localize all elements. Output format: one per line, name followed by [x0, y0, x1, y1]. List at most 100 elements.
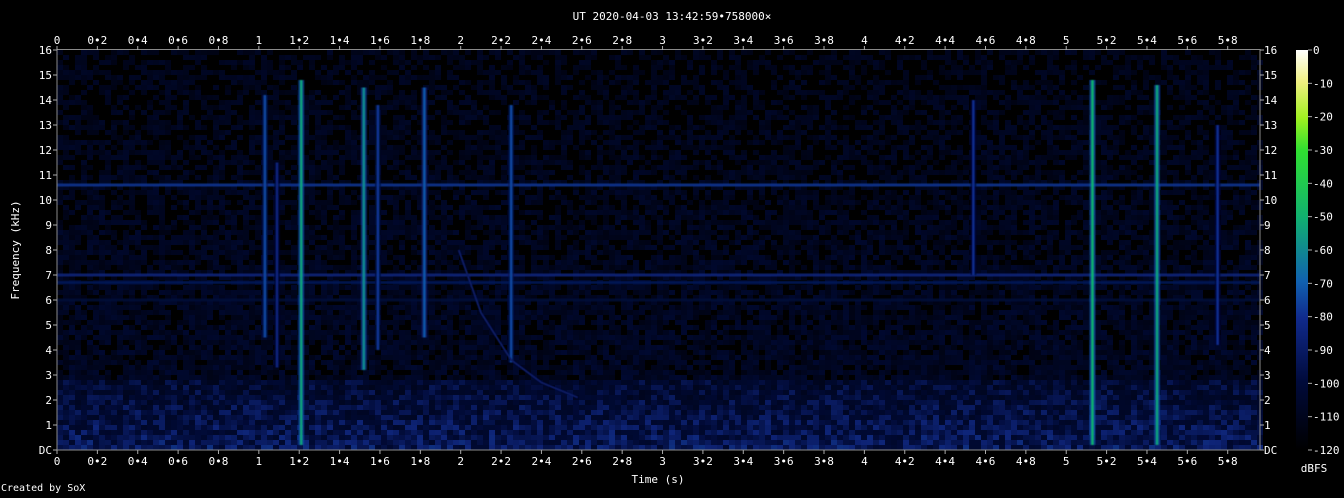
colorbar: [1296, 50, 1308, 450]
x-tick-label: 1•2: [289, 34, 309, 47]
x-tick-label: 5: [1063, 34, 1070, 47]
x-tick-label: 4•6: [976, 34, 996, 47]
y-tick-label: 2: [45, 394, 52, 407]
y-tick-label: DC: [1264, 444, 1277, 457]
x-tick-label: 1: [256, 455, 263, 468]
x-tick-label: 0•4: [128, 34, 148, 47]
y-tick-label: 14: [39, 94, 53, 107]
x-tick-label: 4•4: [935, 34, 955, 47]
x-tick-label: 1•6: [370, 34, 390, 47]
x-tick-label: 3•6: [774, 455, 794, 468]
x-tick-label: 1•8: [410, 34, 430, 47]
hum-line: [57, 183, 1260, 187]
y-tick-label: 6: [45, 294, 52, 307]
y-tick-label: 3: [45, 369, 52, 382]
x-tick-label: 0: [54, 455, 61, 468]
y-tick-label: DC: [39, 444, 52, 457]
x-tick-label: 2•2: [491, 455, 511, 468]
colorbar-tick-label: -50: [1313, 211, 1333, 224]
x-tick-label: 4: [861, 455, 868, 468]
vertical-burst: [972, 100, 975, 275]
x-tick-label: 0: [54, 34, 61, 47]
colorbar-ticks: 0 -10 -20 -30 -40 -50 -60 -70 -80 -90 -100 -110 -120: [1308, 44, 1340, 457]
x-tick-label: 3•4: [733, 34, 753, 47]
x-tick-label: 5•8: [1218, 455, 1238, 468]
colorbar-tick-label: -120: [1313, 444, 1340, 457]
x-tick-label: 5•8: [1218, 34, 1238, 47]
hum-line: [57, 281, 1260, 284]
colorbar-tick-label: -100: [1313, 377, 1340, 390]
chart-title: UT 2020-04-03 13:42:59•758000×: [573, 10, 772, 23]
x-tick-label: 4•6: [976, 455, 996, 468]
y-tick-label: 8: [45, 244, 52, 257]
colorbar-tick-label: -110: [1313, 411, 1340, 424]
y-tick-label: 10: [39, 194, 52, 207]
vertical-burst: [509, 105, 513, 363]
colorbar-tick-label: -40: [1313, 177, 1333, 190]
x-tick-label: 4•4: [935, 455, 955, 468]
x-tick-label: 2•8: [612, 34, 632, 47]
y-tick-label: 6: [1264, 294, 1271, 307]
x-tick-label: 3•2: [693, 455, 713, 468]
x-tick-label: 4: [861, 34, 868, 47]
y-tick-label: 1: [45, 419, 52, 432]
x-tick-label: 5•6: [1177, 34, 1197, 47]
x-tick-label: 0•8: [209, 455, 229, 468]
y-tick-label: 3: [1264, 369, 1271, 382]
y-tick-label: 12: [39, 144, 52, 157]
x-tick-label: 5: [1063, 455, 1070, 468]
colorbar-tick-label: -90: [1313, 344, 1333, 357]
vertical-burst: [300, 80, 303, 445]
y-tick-label: 16: [39, 44, 52, 57]
y-tick-label: 13: [39, 119, 52, 132]
y-tick-label: 4: [1264, 344, 1271, 357]
x-tick-label: 2•8: [612, 455, 632, 468]
y-tick-label: 11: [39, 169, 52, 182]
vertical-burst: [1091, 80, 1094, 445]
x-tick-label: 1•2: [289, 455, 309, 468]
x-tick-label: 5•4: [1137, 455, 1157, 468]
y-tick-label: 9: [1264, 219, 1271, 232]
colorbar-tick-label: -80: [1313, 311, 1333, 324]
x-tick-label: 1: [256, 34, 263, 47]
y-tick-label: 15: [1264, 69, 1277, 82]
colorbar-tick-label: -60: [1313, 244, 1333, 257]
x-tick-label: 3: [659, 455, 666, 468]
spectrogram-chart: UT 2020-04-03 13:42:59•758000× 0 0•2 0•4 0•…: [9, 10, 1340, 486]
x-axis-label: Time (s): [632, 473, 685, 486]
vertical-burst: [1216, 125, 1219, 345]
x-tick-label: 0•6: [168, 34, 188, 47]
x-tick-label: 5•2: [1097, 455, 1117, 468]
x-tick-label: 0•6: [168, 455, 188, 468]
x-tick-label: 4•2: [895, 455, 915, 468]
x-tick-label: 3•6: [774, 34, 794, 47]
y-tick-label: 11: [1264, 169, 1277, 182]
colorbar-tick-label: -10: [1313, 77, 1333, 90]
vertical-burst: [362, 87, 366, 370]
x-tick-label: 3•8: [814, 455, 834, 468]
colorbar-label: dBFS: [1301, 462, 1328, 475]
x-tick-label: 3: [659, 34, 666, 47]
y-tick-label: 4: [45, 344, 52, 357]
y-axis-left: DC12345678910111213141516: [39, 44, 57, 457]
x-tick-label: 5•6: [1177, 455, 1197, 468]
y-tick-label: 10: [1264, 194, 1277, 207]
y-tick-label: 9: [45, 219, 52, 232]
y-axis-label: Frequency (kHz): [9, 200, 22, 299]
x-tick-label: 1•6: [370, 455, 390, 468]
y-tick-label: 16: [1264, 44, 1277, 57]
colorbar-tick-label: -20: [1313, 111, 1333, 124]
vertical-burst: [275, 162, 279, 368]
x-tick-label: 2•2: [491, 34, 511, 47]
x-tick-label: 2: [457, 455, 464, 468]
x-tick-label: 4•2: [895, 34, 915, 47]
vertical-burst: [423, 87, 426, 338]
colorbar-tick-label: -70: [1313, 277, 1333, 290]
x-axis-bottom: 0 0•2 0•4 0•6 0•8 1 1•2 1•4 1•6 1•8 2 2•2 2•4 2•6 2•8 3…: [54, 450, 1238, 468]
x-tick-label: 2: [457, 34, 464, 47]
x-tick-label: 4•8: [1016, 455, 1036, 468]
y-tick-label: 2: [1264, 394, 1271, 407]
y-tick-label: 7: [45, 269, 52, 282]
x-tick-label: 4•8: [1016, 34, 1036, 47]
hum-line: [57, 298, 1260, 302]
